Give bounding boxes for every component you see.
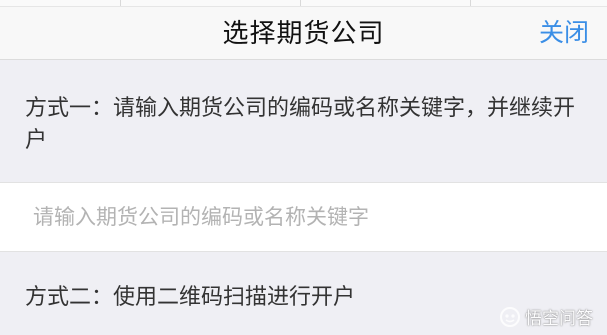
method-one-description: 方式一：请输入期货公司的编码或名称关键字，并继续开户 (25, 96, 576, 153)
company-search-input[interactable] (33, 183, 593, 251)
method-one-section: 方式一：请输入期货公司的编码或名称关键字，并继续开户 (0, 60, 607, 182)
watermark: 悟空问答 (499, 304, 593, 329)
method-two-description[interactable]: 方式二：使用二维码扫描进行开户 (25, 282, 355, 314)
top-edge (0, 0, 607, 7)
close-button[interactable]: 关闭 (539, 13, 589, 49)
divider (120, 0, 121, 6)
watermark-text: 悟空问答 (525, 309, 593, 329)
divider (470, 0, 471, 6)
divider (300, 0, 301, 6)
search-row (0, 182, 607, 252)
nav-bar: 选择期货公司 关闭 (0, 0, 607, 60)
wukong-logo-icon (500, 306, 520, 327)
page-title: 选择期货公司 (222, 19, 385, 49)
